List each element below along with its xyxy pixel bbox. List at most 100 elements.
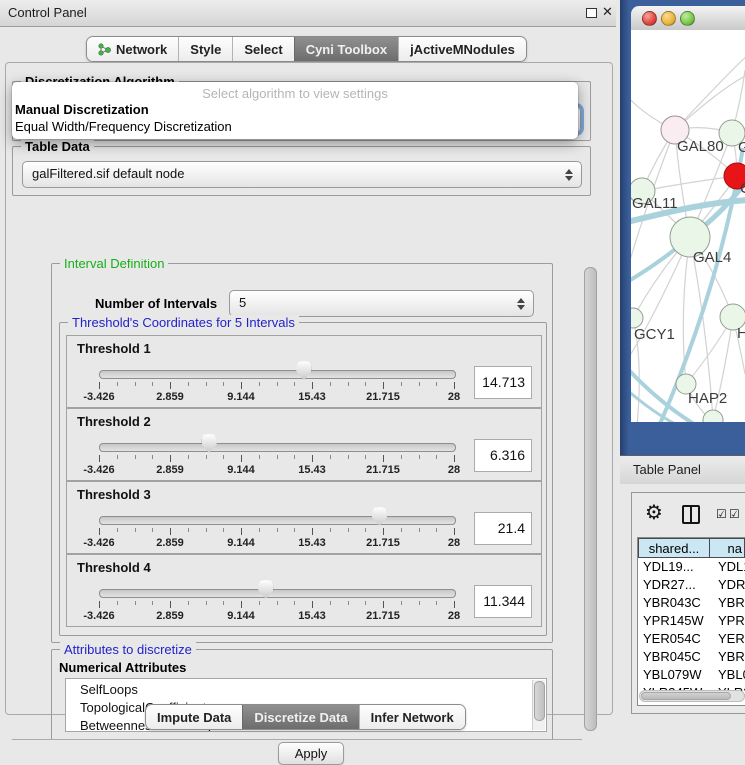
slider-tick (312, 601, 313, 608)
table-row[interactable]: YDR27...YDR2 (638, 576, 745, 594)
tab-select[interactable]: Select (232, 37, 293, 61)
table-row[interactable]: YBR043CYBR0 (638, 594, 745, 612)
network-node[interactable] (703, 410, 723, 422)
slider-tick (170, 455, 171, 462)
slider-tick (223, 528, 224, 532)
close-icon[interactable]: ✕ (602, 4, 613, 20)
slider-tick (401, 382, 402, 386)
slider-tick-label: 2.859 (156, 464, 184, 476)
table-row[interactable]: YER054CYER0 (638, 630, 745, 648)
thresholds-group: Threshold's Coordinates for 5 Intervals … (59, 322, 547, 636)
slider-tick (436, 601, 437, 605)
table-cell-shared-name[interactable]: YBR045C (638, 648, 714, 666)
slider-tick (294, 455, 295, 459)
slider-tick (419, 455, 420, 459)
popup-item-equal-width-frequency[interactable]: Equal Width/Frequency Discretization (12, 118, 578, 135)
slider-tick-label: 21.715 (366, 610, 400, 622)
columns-icon[interactable] (682, 505, 700, 524)
tab-jactivemnodules[interactable]: jActiveMNodules (398, 37, 526, 61)
table-data-combobox[interactable]: galFiltered.sif default node (22, 161, 582, 188)
table-cell-shared-name[interactable]: YDL19... (638, 558, 714, 576)
popup-item-manual-discretization[interactable]: Manual Discretization (12, 101, 578, 118)
table-cell-shared-name[interactable]: YER054C (638, 630, 714, 648)
slider-tick (436, 382, 437, 386)
slider-track[interactable] (99, 589, 456, 598)
threshold-value-field[interactable]: 21.4 (474, 512, 532, 545)
slider-tick-label: 28 (448, 391, 460, 403)
table-cell-name[interactable]: YPR1 (714, 612, 745, 630)
table-row[interactable]: YBR045CYBR0 (638, 648, 745, 666)
threshold-value-field[interactable]: 11.344 (474, 585, 532, 618)
gear-icon[interactable]: ⚙ (645, 502, 663, 524)
table-row[interactable]: YDL19...YDL1 (638, 558, 745, 576)
slider-tick (294, 528, 295, 532)
main-scrollbar-thumb[interactable] (584, 267, 597, 731)
slider-tick-label: -3.426 (83, 610, 114, 622)
tab-infer-network[interactable]: Infer Network (359, 705, 465, 729)
table-cell-name[interactable]: YBR0 (714, 594, 745, 612)
table-cell-shared-name[interactable]: YIL052C (638, 702, 714, 706)
slider-tick-label: 21.715 (366, 464, 400, 476)
apply-button[interactable]: Apply (278, 742, 344, 765)
table-cell-name[interactable]: YDL1 (714, 558, 745, 576)
slider-tick (383, 528, 384, 535)
slider-track[interactable] (99, 516, 456, 525)
slider-tick (436, 455, 437, 459)
slider-tick (135, 382, 136, 386)
table-row[interactable]: YBL079WYBL0 (638, 666, 745, 684)
float-window-icon[interactable] (586, 8, 597, 18)
table-horizontal-scrollbar[interactable] (639, 690, 745, 702)
table-row[interactable]: YPR145WYPR1 (638, 612, 745, 630)
slider-tick-label: 2.859 (156, 391, 184, 403)
network-edge (675, 54, 745, 130)
tab-network[interactable]: Network (87, 37, 178, 61)
number-of-intervals-value: 5 (239, 295, 246, 310)
network-window-titlebar[interactable] (631, 6, 745, 31)
tab-style[interactable]: Style (178, 37, 232, 61)
threshold-value-field[interactable]: 14.713 (474, 366, 532, 399)
attribute-list-item[interactable]: SelfLoops (66, 681, 546, 699)
slider-tick (135, 528, 136, 532)
attributes-scrollbar-thumb[interactable] (534, 681, 545, 721)
number-of-intervals-combobox[interactable]: 5 (229, 290, 534, 317)
table-cell-name[interactable]: YBL0 (714, 666, 745, 684)
network-canvas[interactable]: GAL80GACGAL11GAL4GCY1HHAP2 (631, 30, 745, 422)
minimize-traffic-light-icon[interactable] (661, 11, 676, 26)
table-cell-name[interactable]: YER0 (714, 630, 745, 648)
table-cell-name[interactable]: YBR0 (714, 648, 745, 666)
table-cell-shared-name[interactable]: YDR27... (638, 576, 714, 594)
slider-tick-label: 9.144 (227, 391, 255, 403)
numerical-attributes-heading: Numerical Attributes (59, 660, 186, 675)
slider-tick (206, 601, 207, 605)
threshold-value-field[interactable]: 6.316 (474, 439, 532, 472)
tab-discretize-data[interactable]: Discretize Data (242, 705, 358, 729)
slider-tick (259, 601, 260, 605)
table-cell-name[interactable]: YDR2 (714, 576, 745, 594)
slider-tick (277, 528, 278, 532)
slider-track[interactable] (99, 370, 456, 379)
tab-impute-data[interactable]: Impute Data (146, 705, 242, 729)
tab-cyni-toolbox[interactable]: Cyni Toolbox (294, 37, 398, 61)
table-horizontal-scrollbar-thumb[interactable] (641, 692, 731, 700)
slider-tick (188, 382, 189, 386)
combo-arrows-icon (565, 169, 573, 181)
attributes-scrollbar[interactable] (532, 680, 545, 730)
slider-tick (223, 382, 224, 386)
checkbox-icon[interactable]: ☑ (716, 507, 727, 521)
table-cell-shared-name[interactable]: YPR145W (638, 612, 714, 630)
column-header-shared-name[interactable]: shared... (638, 538, 710, 558)
network-node[interactable] (631, 308, 643, 328)
slider-tick (365, 382, 366, 386)
slider-tick (348, 601, 349, 605)
table-cell-shared-name[interactable]: YBR043C (638, 594, 714, 612)
checkbox-icon[interactable]: ☑ (729, 507, 740, 521)
zoom-traffic-light-icon[interactable] (680, 11, 695, 26)
slider-tick (330, 528, 331, 532)
slider-track[interactable] (99, 443, 456, 452)
column-header-name[interactable]: na (710, 538, 745, 558)
slider-tick (348, 528, 349, 532)
table-cell-shared-name[interactable]: YBL079W (638, 666, 714, 684)
close-traffic-light-icon[interactable] (642, 11, 657, 26)
table-row[interactable]: YIL052CYIL0 (638, 702, 745, 706)
table-cell-name[interactable]: YIL0 (714, 702, 745, 706)
